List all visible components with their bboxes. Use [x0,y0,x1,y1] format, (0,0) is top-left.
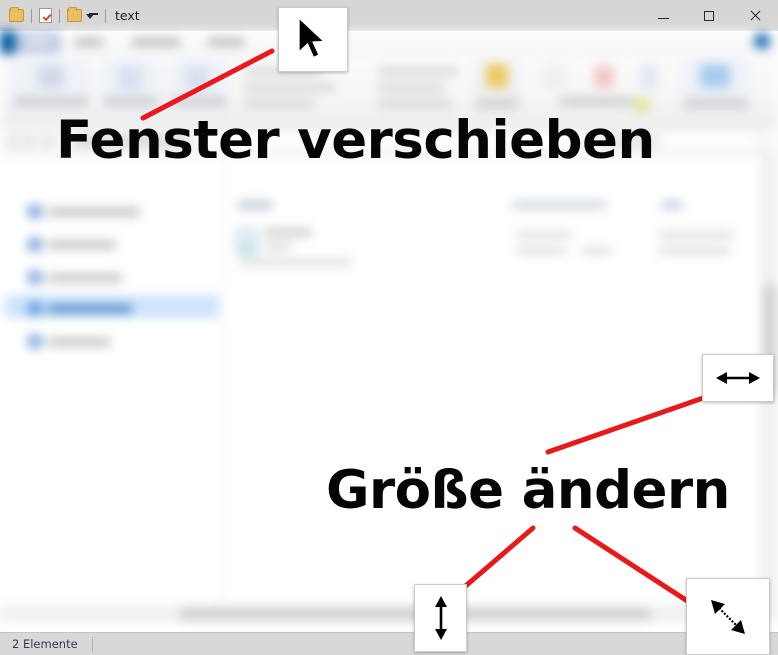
quick-access-icon [28,205,42,218]
column-header[interactable] [662,201,682,209]
cell-text [658,247,730,254]
library-icon [28,335,42,348]
ribbon-icon [640,64,658,90]
network-icon [28,271,42,284]
ribbon-label [378,100,452,107]
ribbon-icon [544,66,564,88]
folder-icon [486,64,508,88]
callout-move-window: Fenster verschieben [56,110,655,171]
resize-horizontal-cursor-icon [716,372,760,384]
tab-label [132,38,180,46]
ribbon-label [560,98,636,105]
navigation-pane[interactable] [0,155,222,622]
cell-text [582,247,612,254]
up-button[interactable] [42,137,52,146]
ribbon-label [244,100,314,107]
tab-label [208,38,244,46]
ribbon-icon [38,66,64,88]
arrow-pointer-cursor-icon [298,16,325,58]
navpane-item-label [48,208,140,216]
window-controls[interactable] [640,0,778,31]
cell-text [516,231,572,238]
tab-file[interactable] [0,31,15,54]
maximize-icon [704,10,714,21]
resize-diagonal-cursor-card [686,578,770,655]
toolbar-divider [59,8,60,23]
cell-text [516,247,566,254]
resize-diagonal-cursor-icon [711,599,745,634]
group-header [238,201,272,209]
tab-label [24,38,52,46]
ribbon-label [172,98,226,105]
chevron-down-icon [86,13,94,19]
status-bar: 2 Elemente [0,632,778,655]
ribbon-icon [185,66,209,90]
close-button[interactable] [732,0,778,31]
status-divider [91,636,93,652]
ribbon-icon [700,64,730,88]
toolbar-divider [31,8,32,23]
file-list-pane[interactable] [222,155,768,622]
ribbon-label [14,98,88,105]
column-header[interactable] [512,201,606,209]
cell-text [658,231,734,238]
window-title: text [115,8,140,23]
navpane-item-label [48,338,110,346]
ribbon-label [378,68,458,75]
navpane-item-label [48,241,116,249]
ribbon-label [476,100,518,107]
help-icon[interactable] [754,33,770,49]
resize-horizontal-cursor-card [702,354,774,402]
status-item-count: 2 Elemente [12,637,78,651]
navpane-item-label [48,305,132,313]
ribbon-tabstrip[interactable] [0,31,778,54]
customize-toolbar-button[interactable] [82,12,98,19]
maximize-button[interactable] [686,0,732,31]
ribbon-label [244,84,336,91]
file-detail [240,259,352,266]
onedrive-icon [28,238,42,251]
toolbar-divider [105,8,106,23]
pc-icon [28,302,42,315]
close-icon [749,10,761,22]
file-name [264,229,312,236]
callout-resize-window: Größe ändern [326,460,730,521]
minimize-button[interactable] [640,0,686,31]
window-titlebar[interactable]: text [0,0,778,31]
new-folder-icon[interactable] [67,7,82,22]
ribbon-icon [594,66,614,88]
tab-label [75,38,103,46]
properties-document-icon[interactable] [39,8,52,23]
ribbon-icon [118,66,142,90]
ribbon-label [104,98,158,105]
file-meta [264,243,292,250]
file-explorer-window: text 2 Elemente [0,0,778,655]
file-icon[interactable] [236,227,258,255]
back-button[interactable] [8,137,18,146]
ribbon-label [684,100,748,107]
resize-vertical-cursor-card [414,584,467,652]
ribbon-label [378,84,444,91]
navpane-item-label [48,274,122,282]
resize-vertical-cursor-icon [434,596,447,640]
minimize-icon [657,18,669,19]
forward-button[interactable] [24,137,34,146]
horizontal-scrollbar[interactable] [0,605,761,622]
arrow-pointer-cursor-card [278,7,348,72]
screenshot-root: text 2 Elemente Fenster verschieben Größ… [0,0,778,655]
quick-access-toolbar[interactable]: text [0,7,140,23]
folder-icon[interactable] [9,7,24,22]
